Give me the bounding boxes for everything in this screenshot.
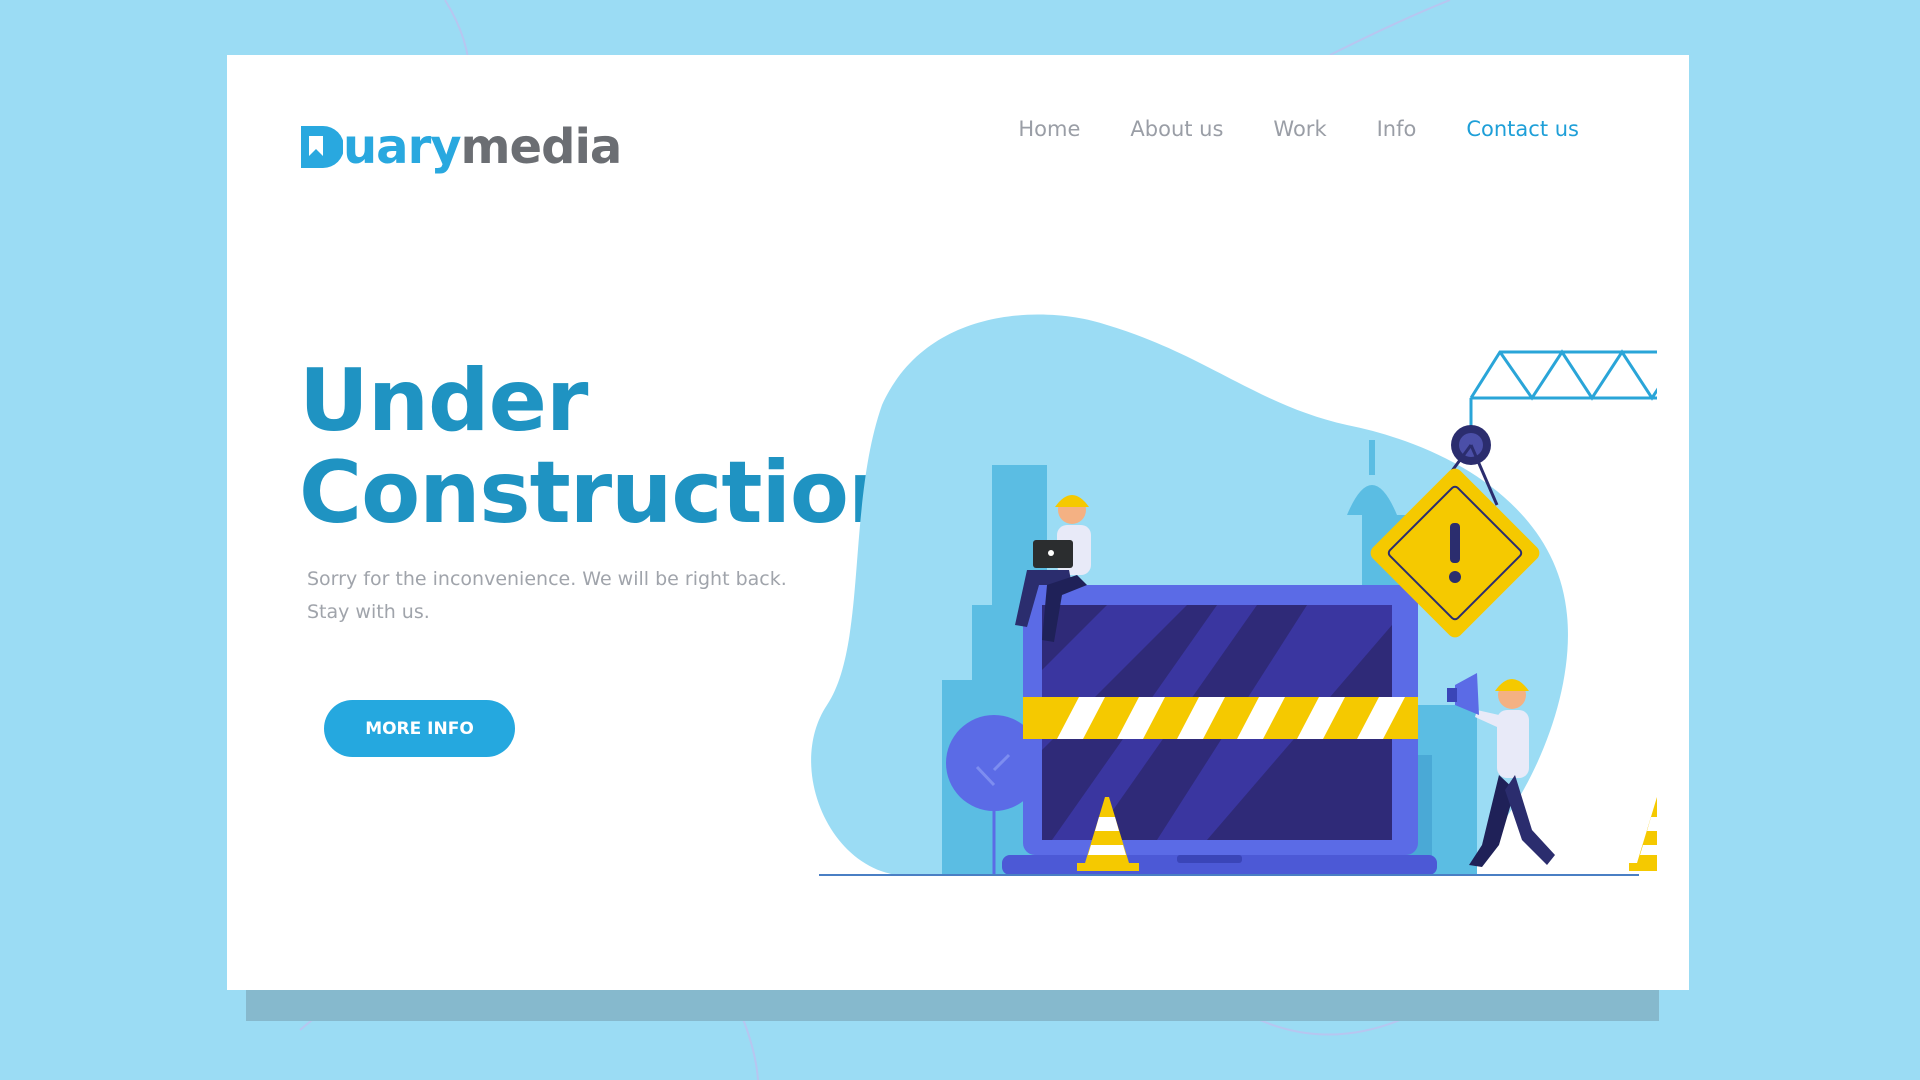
nav-home[interactable]: Home <box>1018 117 1080 141</box>
main-nav: Home About us Work Info Contact us <box>1018 117 1579 141</box>
construction-illustration <box>811 314 1657 876</box>
nav-contact[interactable]: Contact us <box>1466 117 1579 141</box>
landing-card: uary media Home About us Work Info Conta… <box>227 55 1689 990</box>
more-info-button[interactable]: MORE INFO <box>324 700 515 757</box>
building-antenna <box>1369 440 1375 475</box>
subtitle: Sorry for the inconvenience. We will be … <box>307 563 827 629</box>
subtitle-line-1: Sorry for the inconvenience. We will be … <box>307 568 787 590</box>
nav-info[interactable]: Info <box>1377 117 1417 141</box>
nav-about[interactable]: About us <box>1130 117 1223 141</box>
card-shadow <box>246 985 1659 1021</box>
crane-icon <box>1469 349 1657 435</box>
logo-text-secondary: media <box>460 119 623 175</box>
logo[interactable]: uary media <box>301 117 623 177</box>
caution-tape <box>1023 697 1418 739</box>
logo-mark-icon <box>301 126 343 168</box>
nav-work[interactable]: Work <box>1273 117 1326 141</box>
subtitle-line-2: Stay with us. <box>307 601 430 623</box>
logo-text-primary: uary <box>343 119 462 175</box>
traffic-cone-icon <box>1629 797 1657 871</box>
